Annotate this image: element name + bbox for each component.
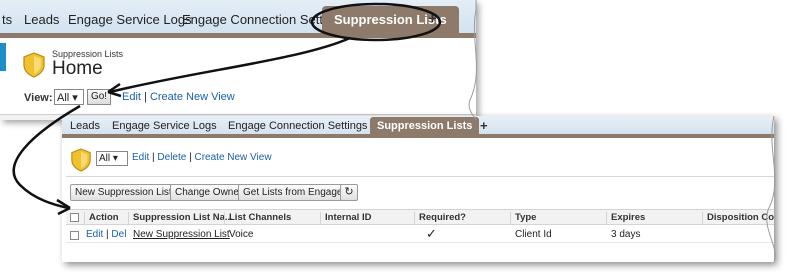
- tab-engage-connection-settings[interactable]: Engage Connection Settings: [228, 120, 367, 132]
- column-header-name[interactable]: Suppression List Na...: [128, 212, 233, 224]
- change-owner-button[interactable]: Change Owner: [170, 184, 248, 201]
- view-links: Edit | Delete | Create New View: [132, 152, 272, 163]
- tab-engage-service-logs[interactable]: Engage Service Logs: [112, 120, 217, 132]
- required-check-icon: ✓: [426, 226, 437, 241]
- row-type: Client Id: [515, 229, 552, 240]
- column-header-action[interactable]: Action: [84, 212, 119, 224]
- home-panel: ts Leads Engage Service Logs Engage Conn…: [0, 0, 476, 120]
- tab-leads[interactable]: Leads: [70, 120, 100, 132]
- link-separator: |: [144, 91, 147, 103]
- go-button[interactable]: Go!: [87, 89, 111, 105]
- row-list-channels: Voice: [229, 229, 254, 240]
- link-separator: |: [152, 152, 155, 163]
- edit-row-link[interactable]: Edit: [86, 229, 103, 240]
- get-lists-from-engage-button[interactable]: Get Lists from Engage: [238, 184, 348, 201]
- column-header-expires[interactable]: Expires: [606, 212, 645, 224]
- row-divider: [66, 242, 774, 243]
- column-header-type[interactable]: Type: [510, 212, 536, 224]
- row-action: Edit | Del: [82, 229, 126, 240]
- tab-suppression-lists[interactable]: Suppression Lists: [322, 6, 459, 35]
- shield-icon: [23, 52, 45, 78]
- delete-view-link[interactable]: Delete: [157, 152, 186, 163]
- create-new-view-link[interactable]: Create New View: [194, 152, 271, 163]
- view-select[interactable]: All ▾: [96, 151, 128, 166]
- view-links: Edit | Create New View: [122, 91, 235, 103]
- divider: [66, 176, 774, 177]
- row-name-link[interactable]: New Suppression List: [129, 229, 230, 240]
- list-view-panel: Leads Engage Service Logs Engage Connect…: [62, 116, 774, 262]
- tab-engage-service-logs[interactable]: Engage Service Logs: [68, 12, 192, 27]
- add-tab-icon[interactable]: +: [480, 118, 488, 133]
- refresh-icon[interactable]: ↻: [340, 184, 358, 201]
- page-title: Home: [52, 58, 103, 79]
- sidebar-handle[interactable]: [0, 43, 6, 71]
- row-expires: 3 days: [611, 229, 641, 240]
- view-label: View:: [24, 92, 53, 104]
- link-separator: |: [189, 152, 192, 163]
- select-all-checkbox[interactable]: [70, 213, 79, 222]
- tab-partial[interactable]: ts: [2, 12, 12, 27]
- link-separator: |: [106, 229, 109, 240]
- new-suppression-list-button[interactable]: New Suppression List: [70, 184, 177, 201]
- tab-suppression-lists[interactable]: Suppression Lists: [370, 117, 480, 138]
- row-checkbox[interactable]: [70, 231, 79, 240]
- view-select[interactable]: All ▾: [54, 89, 84, 105]
- edit-view-link[interactable]: Edit: [122, 91, 141, 103]
- column-header-list-channels[interactable]: List Channels: [224, 212, 291, 224]
- tab-leads[interactable]: Leads: [24, 12, 59, 27]
- column-header-internal-id[interactable]: Internal ID: [320, 212, 371, 224]
- delete-row-link[interactable]: Del: [111, 229, 126, 240]
- column-header-disposition[interactable]: Disposition Cod: [702, 212, 774, 224]
- edit-view-link[interactable]: Edit: [132, 152, 149, 163]
- create-new-view-link[interactable]: Create New View: [150, 91, 235, 103]
- add-tab-icon[interactable]: +: [428, 10, 437, 27]
- shield-icon: [71, 148, 91, 172]
- column-header-required[interactable]: Required?: [414, 212, 466, 224]
